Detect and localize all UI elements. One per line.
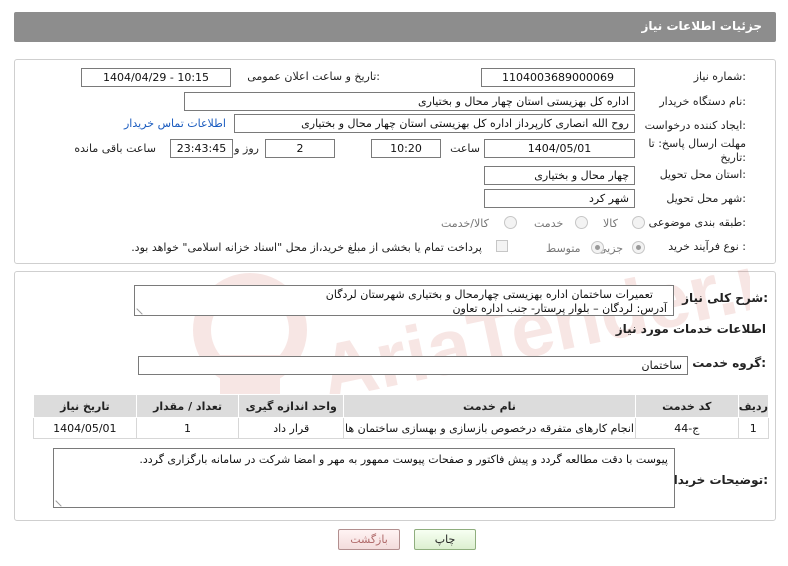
category-option-service-radio[interactable] — [575, 216, 588, 229]
category-option-both-label: کالا/خدمت — [441, 217, 489, 230]
remaining-time-label: ساعت باقی مانده — [74, 142, 156, 155]
cell-row-number: 1 — [737, 417, 770, 439]
category-option-service-label: خدمت — [534, 217, 564, 230]
print-button[interactable]: چاپ — [414, 529, 476, 550]
cell-service-name: انجام کارهای متفرقه درخصوص بازسازی و بهس… — [343, 417, 636, 439]
services-table-header: ردیف کد خدمت نام خدمت واحد اندازه گیری ت… — [33, 394, 770, 418]
services-table: ردیف کد خدمت نام خدمت واحد اندازه گیری ت… — [33, 394, 770, 439]
category-option-goods-label: کالا — [603, 217, 618, 230]
page-title: جزئیات اطلاعات نیاز — [641, 19, 762, 33]
col-need-date: تاریخ نیاز — [33, 394, 137, 418]
cell-service-code: ج-44 — [634, 417, 739, 439]
buyer-notes-label: توضیحات خریدار: — [666, 473, 768, 487]
services-section-title: اطلاعات خدمات مورد نیاز — [615, 322, 766, 336]
col-row-number: ردیف — [737, 394, 770, 418]
col-service-name: نام خدمت — [343, 394, 636, 418]
description-textarea[interactable]: تعمیرات ساختمان اداره بهزیستی چهارمحال و… — [134, 285, 674, 316]
process-option-medium-radio[interactable] — [591, 241, 604, 254]
buyer-contact-link[interactable]: اطلاعات تماس خریدار — [124, 117, 226, 130]
need-number-field[interactable]: 1104003689000069 — [481, 68, 635, 87]
cell-unit: قرار داد — [238, 417, 345, 439]
requester-field[interactable]: روح الله انصاری کارپرداز اداره کل بهزیست… — [234, 114, 635, 133]
remaining-days-label: روز و — [234, 142, 259, 155]
page-header: جزئیات اطلاعات نیاز — [14, 12, 776, 42]
need-info-panel — [14, 59, 776, 264]
buyer-org-label: نام دستگاه خریدار: — [659, 95, 746, 108]
process-type-label: نوع فرآیند خرید : — [668, 240, 746, 253]
city-field[interactable]: شهر کرد — [484, 189, 635, 208]
need-number-label: شماره نیاز: — [693, 70, 746, 83]
service-group-label: گروه خدمت: — [692, 356, 766, 370]
city-label: شهر محل تحویل: — [666, 192, 746, 205]
cell-need-date: 1404/05/01 — [33, 417, 137, 439]
province-label: استان محل تحویل: — [659, 168, 746, 181]
category-label: طبقه بندی موضوعی: — [648, 216, 746, 229]
process-option-medium-label: متوسط — [546, 242, 581, 255]
col-unit: واحد اندازه گیری — [238, 394, 345, 418]
announce-datetime-label: تاریخ و ساعت اعلان عمومی: — [247, 70, 380, 83]
deadline-label: مهلت ارسال پاسخ: تا — [648, 137, 746, 150]
deadline-date-field[interactable]: 1404/05/01 — [484, 139, 635, 158]
resize-grip-icon — [55, 495, 67, 507]
table-row: 1 ج-44 انجام کارهای متفرقه درخصوص بازساز… — [33, 417, 770, 439]
requester-label: ایجاد کننده درخواست: — [644, 119, 746, 132]
category-option-both-radio[interactable] — [504, 216, 517, 229]
process-option-minor-radio[interactable] — [632, 241, 645, 254]
category-option-goods-radio[interactable] — [632, 216, 645, 229]
col-quantity: تعداد / مقدار — [135, 394, 240, 418]
announce-datetime-field[interactable]: 1404/04/29 - 10:15 — [81, 68, 231, 87]
cell-quantity: 1 — [135, 417, 240, 439]
remaining-days-field[interactable]: 2 — [265, 139, 335, 158]
buyer-notes-text: پیوست با دقت مطالعه گردد و پیش فاکتور و … — [139, 453, 668, 466]
description-label: شرح کلی نیاز: — [682, 291, 768, 305]
buyer-org-field[interactable]: اداره کل بهزیستی استان چهار محال و بختیا… — [184, 92, 635, 111]
treasury-payment-note: پرداخت تمام یا بخشی از مبلغ خرید،از محل … — [131, 241, 482, 254]
service-group-field[interactable]: ساختمان — [138, 356, 688, 375]
buyer-notes-textarea[interactable]: پیوست با دقت مطالعه گردد و پیش فاکتور و … — [53, 448, 675, 508]
province-field[interactable]: چهار محال و بختیاری — [484, 166, 635, 185]
deadline-date-label: تاریخ: — [720, 151, 746, 164]
col-service-code: کد خدمت — [634, 394, 739, 418]
back-button[interactable]: بازگشت — [338, 529, 400, 550]
description-line-2: آدرس: لردگان – بلوار پرستار- جنب اداره ت… — [452, 302, 667, 315]
description-line-1: تعمیرات ساختمان اداره بهزیستی چهارمحال و… — [325, 288, 653, 301]
remaining-time-field[interactable]: 23:43:45 — [170, 139, 233, 158]
deadline-time-label: ساعت — [450, 142, 480, 155]
deadline-time-field[interactable]: 10:20 — [371, 139, 441, 158]
treasury-payment-checkbox[interactable] — [496, 240, 508, 252]
